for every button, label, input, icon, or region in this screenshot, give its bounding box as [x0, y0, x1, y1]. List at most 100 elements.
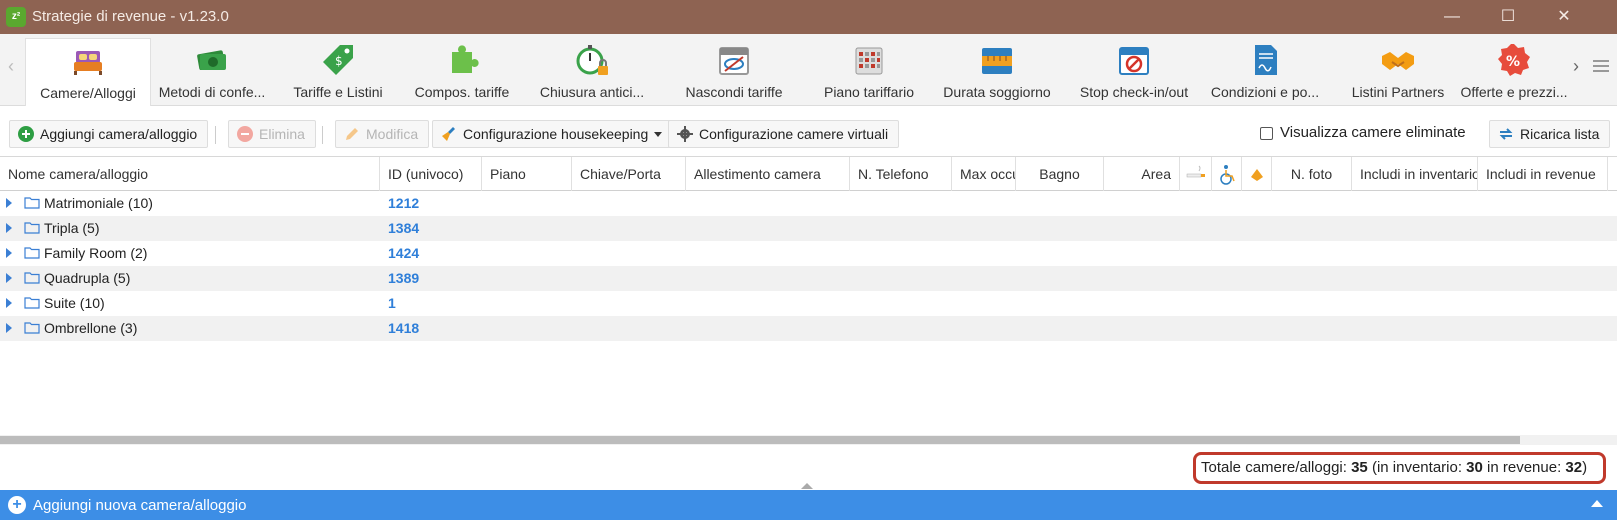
column-header-photo-count[interactable]: N. foto — [1272, 157, 1352, 191]
horizontal-scrollbar[interactable] — [0, 435, 1617, 445]
show-deleted-label: Visualizza camere eliminate — [1280, 124, 1466, 141]
discount-badge-icon: % — [1498, 44, 1530, 76]
inventory-prefix: (in inventario: — [1367, 459, 1467, 476]
calendar-grid-icon — [855, 47, 883, 75]
add-room-button[interactable]: Aggiungi camera/alloggio — [9, 120, 209, 148]
add-new-room-bar[interactable]: + Aggiungi nuova camera/alloggio — [0, 490, 1617, 520]
tab-chiusura-anticipata[interactable]: Chiusura antici... — [528, 38, 656, 106]
svg-text:%: % — [1506, 54, 1520, 70]
column-header-include-revenue[interactable]: Includi in revenue — [1478, 157, 1608, 191]
edit-button[interactable]: Modifica — [335, 120, 430, 148]
tab-metodi-conferma[interactable]: Metodi di confe... — [152, 38, 272, 106]
tab-nascondi-tariffe[interactable]: Nascondi tariffe — [664, 38, 804, 106]
room-group-name: Suite (10) — [44, 295, 105, 311]
expand-arrow-icon[interactable] — [6, 248, 12, 258]
table-row[interactable]: Quadrupla (5) 1389 — [0, 266, 1617, 291]
tab-stop-checkin-out[interactable]: Stop check-in/out — [1064, 38, 1204, 106]
room-group-name: Matrimoniale (10) — [44, 195, 153, 211]
room-group-id: 1 — [388, 295, 396, 311]
add-circle-icon — [18, 126, 34, 142]
pencil-icon — [346, 128, 358, 140]
housekeeping-label: Configurazione housekeeping — [463, 126, 649, 142]
column-header-include-inventory[interactable]: Includi in inventario — [1352, 157, 1478, 191]
column-header-id[interactable]: ID (univoco) — [380, 157, 482, 191]
reload-list-button[interactable]: Ricarica lista — [1489, 120, 1611, 148]
maximize-button[interactable]: ☐ — [1480, 0, 1536, 34]
tab-label: Chiusura antici... — [539, 84, 645, 100]
table-row[interactable]: Suite (10) 1 — [0, 291, 1617, 316]
add-room-label: Aggiungi camera/alloggio — [40, 126, 198, 142]
tab-offerte-prezzi[interactable]: % Offerte e prezzi... — [1456, 38, 1572, 106]
broom-icon — [442, 127, 455, 141]
window-title: Strategie di revenue - v1.23.0 — [32, 8, 229, 25]
expand-arrow-icon[interactable] — [6, 323, 12, 333]
total-prefix: Totale camere/alloggi: — [1201, 459, 1352, 476]
tab-label: Listini Partners — [1351, 84, 1445, 100]
room-group-name: Quadrupla (5) — [44, 270, 131, 286]
tab-tariffe-listini[interactable]: $ Tariffe e Listini — [276, 38, 400, 106]
table-row[interactable]: Tripla (5) 1384 — [0, 216, 1617, 241]
tab-label: Nascondi tariffe — [685, 84, 783, 100]
folder-icon — [24, 322, 40, 334]
virtual-rooms-config-button[interactable]: Configurazione camere virtuali — [668, 120, 900, 148]
tab-piano-tariffario[interactable]: Piano tariffario — [808, 38, 930, 106]
chevron-up-icon[interactable] — [1591, 500, 1603, 507]
price-tag-icon: $ — [323, 45, 353, 75]
ribbon-menu-icon[interactable] — [1593, 60, 1609, 74]
show-deleted-checkbox[interactable] — [1260, 127, 1273, 140]
tab-durata-soggiorno[interactable]: Durata soggiorno — [934, 38, 1060, 106]
total-suffix: ) — [1582, 459, 1588, 476]
ribbon-scroll-left-icon[interactable]: ‹ — [4, 56, 18, 77]
column-header-area[interactable]: Area — [1104, 157, 1180, 191]
tab-compos-tariffe[interactable]: Compos. tariffe — [404, 38, 520, 106]
housekeeping-config-dropdown[interactable]: Configurazione housekeeping — [432, 120, 672, 148]
table-row[interactable]: Family Room (2) 1424 — [0, 241, 1617, 266]
refresh-icon — [1499, 128, 1513, 140]
grid-header: Nome camera/alloggio ID (univoco) Piano … — [0, 157, 1617, 191]
smoking-icon — [1186, 165, 1205, 178]
tab-label: Stop check-in/out — [1079, 84, 1189, 100]
column-header-pets[interactable] — [1242, 157, 1272, 191]
title-bar[interactable]: z² Strategie di revenue - v1.23.0 — ☐ ✕ — [0, 0, 1617, 34]
tab-listini-partners[interactable]: Listini Partners — [1340, 38, 1456, 106]
ribbon-scroll-right-icon[interactable]: › — [1569, 56, 1583, 77]
column-header-phone[interactable]: N. Telefono — [850, 157, 952, 191]
expand-arrow-icon[interactable] — [6, 223, 12, 233]
tab-label: Compos. tariffe — [414, 84, 510, 100]
column-header-bathroom[interactable]: Bagno — [1016, 157, 1104, 191]
column-header-floor[interactable]: Piano — [482, 157, 572, 191]
handshake-icon — [1382, 52, 1414, 70]
expand-arrow-icon[interactable] — [6, 273, 12, 283]
rooms-grid: Nome camera/alloggio ID (univoco) Piano … — [0, 156, 1617, 445]
wheelchair-icon — [1219, 165, 1235, 185]
inventory-count: 30 — [1466, 459, 1483, 476]
column-header-max-occupancy[interactable]: Max occu — [952, 157, 1016, 191]
room-group-name: Tripla (5) — [44, 220, 100, 236]
expand-arrow-icon[interactable] — [6, 198, 12, 208]
virtual-rooms-label: Configurazione camere virtuali — [699, 126, 889, 142]
folder-icon — [24, 272, 40, 284]
column-header-setup[interactable]: Allestimento camera — [686, 157, 850, 191]
grid-toolbar: Aggiungi camera/alloggio Elimina Modific… — [0, 114, 1617, 154]
folder-icon — [24, 197, 40, 209]
column-header-key[interactable]: Chiave/Porta — [572, 157, 686, 191]
close-button[interactable]: ✕ — [1536, 0, 1592, 34]
expand-arrow-icon[interactable] — [6, 298, 12, 308]
toolbar-separator — [215, 126, 216, 144]
ribbon-toolbar: ‹ Camere/Alloggi Metodi di confe... $ Ta… — [0, 34, 1617, 106]
table-row[interactable]: Matrimoniale (10) 1212 — [0, 191, 1617, 216]
column-header-accessible[interactable] — [1212, 157, 1242, 191]
tab-camere-alloggi[interactable]: Camere/Alloggi — [25, 38, 151, 106]
minimize-button[interactable]: — — [1424, 0, 1480, 34]
tab-condizioni-policy[interactable]: Condizioni e po... — [1200, 38, 1330, 106]
scrollbar-thumb[interactable] — [0, 436, 1520, 444]
panel-splitter-icon[interactable] — [801, 483, 813, 489]
chevron-down-icon — [654, 132, 663, 137]
gear-icon — [677, 126, 693, 142]
document-signature-icon — [1255, 45, 1277, 75]
column-header-name[interactable]: Nome camera/alloggio — [0, 157, 380, 191]
column-header-smoking[interactable] — [1180, 157, 1212, 191]
bed-icon — [74, 51, 102, 75]
delete-button[interactable]: Elimina — [228, 120, 316, 148]
table-row[interactable]: Ombrellone (3) 1418 — [0, 316, 1617, 341]
